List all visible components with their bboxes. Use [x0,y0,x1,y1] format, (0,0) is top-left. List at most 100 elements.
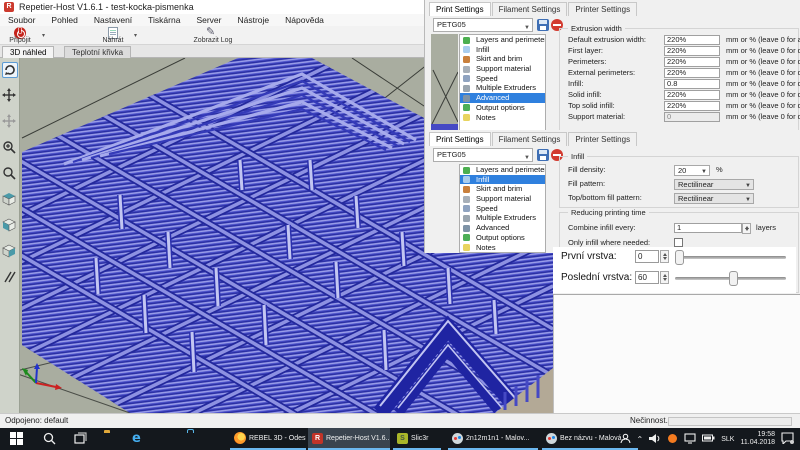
start-button[interactable] [10,432,24,446]
list-item[interactable]: Infill [460,45,545,55]
last-layer-slider-thumb[interactable] [729,271,738,286]
taskbar-paint1-button[interactable]: 2n12m1n1 - Malov... [448,428,538,450]
slicer2-tab-filament-settings[interactable]: Filament Settings [492,132,568,146]
menu-pohled[interactable]: Pohled [43,14,85,26]
first-layer-slider-thumb[interactable] [675,250,684,265]
slicer1-tab-filament-settings[interactable]: Filament Settings [492,2,568,16]
people-icon[interactable] [620,433,631,446]
action-center-icon[interactable] [781,432,794,446]
list-item[interactable]: Multiple Extruders [460,213,545,223]
slicer1-category-list[interactable]: Layers and perimeters Infill Skirt and b… [459,34,546,131]
first-layer-input[interactable]: 220% [664,46,720,56]
search-icon[interactable] [42,432,56,446]
list-item[interactable]: Speed [460,204,545,214]
list-item[interactable]: Notes [460,113,545,123]
combine-infill-input[interactable]: 1 [674,223,742,233]
parallel-projection-icon[interactable] [2,270,18,286]
support-material-width-input[interactable]: 0 [664,112,720,122]
slicer1-tab-printer-settings[interactable]: Printer Settings [568,2,637,16]
language-indicator[interactable]: SLK [721,436,734,443]
load-button[interactable]: Náhrát [96,26,130,44]
tab-3d-preview[interactable]: 3D náhled [2,46,54,58]
front-view-icon[interactable] [2,218,18,234]
zoom-in-tool-icon[interactable] [2,140,18,156]
file-explorer-icon[interactable] [104,432,118,446]
paintbrush-app-icon[interactable] [158,432,172,446]
speed-icon [463,75,470,82]
store-icon[interactable] [184,432,198,446]
list-item[interactable]: Support material [460,64,545,74]
infill-width-input[interactable]: 0.8 [664,79,720,89]
edge-icon[interactable]: e [132,432,146,446]
move-object-tool-icon[interactable] [2,88,18,104]
taskbar-firefox-button[interactable]: REBEL 3D - Odeslat... [230,428,306,450]
default-extrusion-width-input[interactable]: 220% [664,35,720,45]
paint3d-icon[interactable] [209,432,223,446]
slicer1-tab-strip: Print SettingsFilament SettingsPrinter S… [429,2,638,17]
save-preset-icon[interactable] [537,149,549,161]
fill-pattern-select[interactable]: Rectilinear▼ [674,179,754,190]
slicer1-preset-select[interactable]: PETG05▼ [433,18,533,32]
antivirus-icon[interactable] [667,433,678,446]
menu-soubor[interactable]: Soubor [0,14,43,26]
slicer2-tab-print-settings[interactable]: Print Settings [429,132,491,146]
list-item[interactable]: Layers and perimeters [460,165,545,175]
menu-nastroje[interactable]: Nástroje [230,14,278,26]
menu-tiskarna[interactable]: Tiskárna [140,14,188,26]
volume-icon[interactable] [649,433,661,446]
top-solid-infill-input[interactable]: 220% [664,101,720,111]
slicer2-category-list[interactable]: Layers and perimeters Infill Skirt and b… [459,164,546,253]
tab-temperature-curve[interactable]: Teplotní křivka [64,46,131,58]
battery-icon[interactable] [702,433,715,445]
connect-dropdown-icon[interactable]: ▾ [42,32,45,39]
slicer2-tab-printer-settings[interactable]: Printer Settings [568,132,637,146]
first-layer-slider[interactable] [675,256,786,259]
perimeters-input[interactable]: 220% [664,57,720,67]
list-item[interactable]: Multiple Extruders [460,83,545,93]
list-item[interactable]: Skirt and brim [460,54,545,64]
list-item-selected[interactable]: Advanced [460,93,545,103]
last-layer-spinner[interactable] [660,271,669,284]
move-viewpoint-tool-icon[interactable] [2,114,18,130]
menu-napoveda[interactable]: Nápověda [277,14,332,26]
list-item[interactable]: Speed [460,74,545,84]
rotate-tool-icon[interactable] [2,62,18,78]
extruders-icon [463,215,470,222]
combine-infill-spinner[interactable] [742,223,751,234]
slicer2-preset-select[interactable]: PETG05▼ [433,148,533,162]
list-item[interactable]: Notes [460,243,545,253]
last-layer-slider[interactable] [675,277,786,280]
list-item[interactable]: Output options [460,233,545,243]
zoom-out-tool-icon[interactable] [2,166,18,182]
taskbar-repetier-button[interactable]: RRepetier-Host V1.6... [308,428,390,450]
show-log-button[interactable]: ✎ Zobrazit Log [182,26,244,44]
first-layer-number-input[interactable]: 0 [635,250,659,263]
solid-infill-input[interactable]: 220% [664,90,720,100]
slicer1-tab-print-settings[interactable]: Print Settings [429,2,491,16]
first-layer-spinner[interactable] [660,250,669,263]
taskbar-slic3r-button[interactable]: SSlic3r [393,428,441,450]
fill-density-select[interactable]: 20▼ [674,165,710,176]
list-item[interactable]: Output options [460,103,545,113]
external-perimeters-input[interactable]: 220% [664,68,720,78]
top-bottom-fill-pattern-select[interactable]: Rectilinear▼ [674,193,754,204]
save-preset-icon[interactable] [537,19,549,31]
task-view-icon[interactable] [74,432,88,446]
list-item-selected[interactable]: Infill [460,175,545,185]
taskbar: e REBEL 3D - Odeslat... RRepetier-Host V… [0,428,800,450]
list-item[interactable]: Layers and perimeters [460,35,545,45]
top-view-icon[interactable] [2,244,18,260]
list-item[interactable]: Support material [460,194,545,204]
menu-nastaveni[interactable]: Nastavení [86,14,140,26]
hidden-icons-chevron[interactable]: ⌃ [637,435,644,444]
connect-button[interactable]: Připojit [2,26,38,44]
list-item[interactable]: Advanced [460,223,545,233]
last-layer-number-input[interactable]: 60 [635,271,659,284]
clock[interactable]: 19:58 11.04.2018 [740,431,775,447]
isometric-view-icon[interactable] [2,192,18,208]
display-icon[interactable] [684,433,696,446]
only-infill-checkbox[interactable] [674,238,683,247]
load-dropdown-icon[interactable]: ▾ [134,32,137,39]
list-item[interactable]: Skirt and brim [460,184,545,194]
window-title: Repetier-Host V1.6.1 - test-kocka-pismen… [19,0,194,14]
